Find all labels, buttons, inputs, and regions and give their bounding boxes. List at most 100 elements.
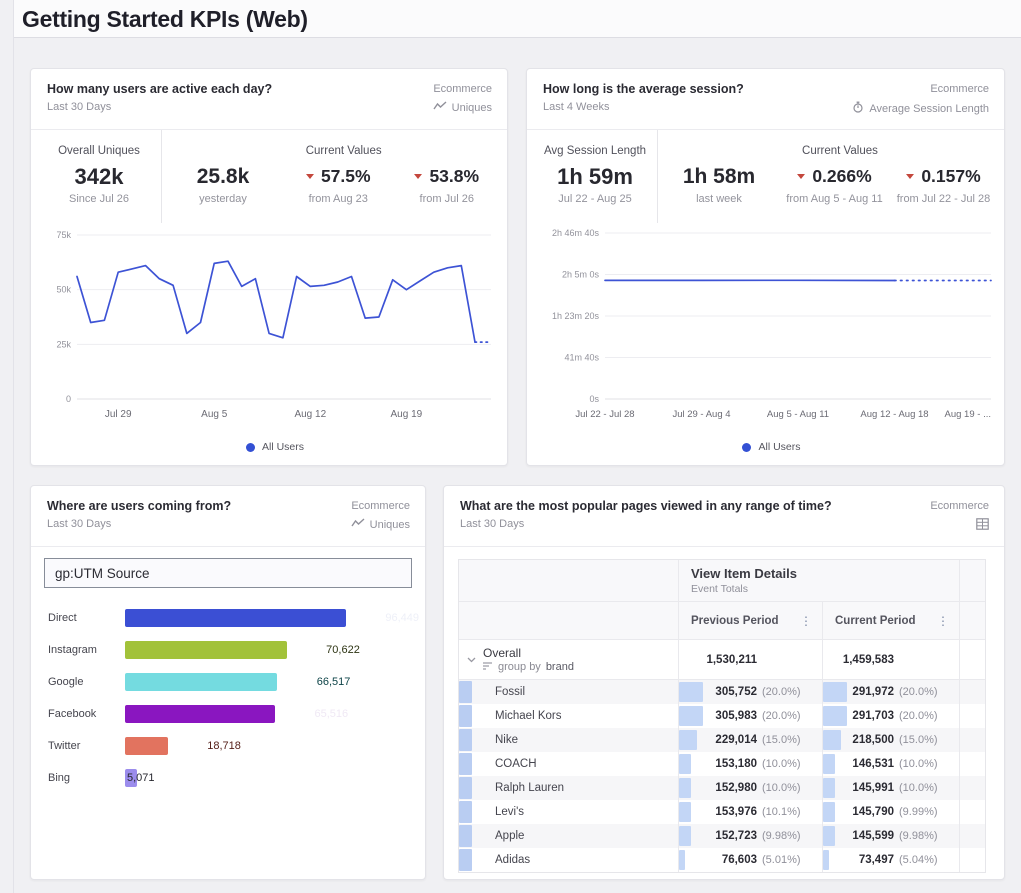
group-by-icon [483, 661, 493, 673]
selector-value: gp:UTM Source [55, 566, 150, 581]
table-row[interactable]: Apple152,723(9.98%)145,599(9.98%) [459, 824, 985, 848]
table-row[interactable]: Michael Kors305,983(20.0%)291,703(20.0%) [459, 704, 985, 728]
cell-value: 153,180 [715, 758, 757, 770]
cell-value: 146,531 [852, 758, 894, 770]
x-axis-label: Jul 29 [105, 409, 132, 420]
stat-yesterday: 25.8k yesterday [162, 130, 284, 223]
cell-percent: (10.0%) [762, 758, 814, 770]
table-body: Fossil305,752(20.0%)291,972(20.0%)Michae… [459, 680, 985, 872]
cell-value: 145,991 [852, 782, 894, 794]
stopwatch-icon [852, 101, 864, 116]
panel-active-users: How many users are active each day? Last… [30, 68, 508, 466]
cell-heat-bar [679, 778, 691, 798]
current-values-label: Current Values [284, 145, 403, 161]
project-label: Ecommerce [433, 81, 492, 98]
x-axis-label: Aug 12 - Aug 18 [860, 409, 928, 420]
down-arrow-icon [797, 174, 805, 179]
page-title: Getting Started KPIs (Web) [22, 6, 308, 33]
overall-label: Overall [483, 646, 574, 660]
cell-value: 305,983 [715, 710, 757, 722]
stat-last-week: 1h 58m last week [658, 130, 780, 223]
table-row[interactable]: COACH153,180(10.0%)146,531(10.0%) [459, 752, 985, 776]
table-column-headers: Previous Period ⋮ Current Period ⋮ [459, 602, 985, 640]
legend-label: All Users [758, 441, 800, 453]
bar-row: Facebook65,516 [31, 698, 425, 730]
legend[interactable]: All Users [43, 441, 507, 453]
kebab-menu-icon[interactable]: ⋮ [937, 614, 949, 628]
cell-heat-bar [823, 778, 835, 798]
cell-percent: (10.0%) [899, 758, 951, 770]
table-row[interactable]: Levi's153,976(10.1%)145,790(9.99%) [459, 800, 985, 824]
table-row[interactable]: Nike229,014(15.0%)218,500(15.0%) [459, 728, 985, 752]
chart-title[interactable]: What are the most popular pages viewed i… [460, 498, 832, 515]
cell-heat-bar [823, 682, 847, 702]
y-axis-label: 25k [56, 339, 71, 349]
cell-heat-bar [679, 682, 703, 702]
chart-date-range: Last 30 Days [460, 518, 832, 530]
cell-heat-bar [679, 826, 691, 846]
group-by-text: group by [498, 661, 541, 673]
chevron-down-icon[interactable] [467, 657, 476, 663]
stat-overall-uniques: Overall Uniques 342k Since Jul 26 [37, 130, 162, 223]
bar[interactable] [125, 737, 168, 755]
cell-percent: (9.99%) [899, 806, 951, 818]
legend[interactable]: All Users [539, 441, 1004, 453]
group-by-selector[interactable]: gp:UTM Source [44, 558, 412, 588]
chart-title[interactable]: Where are users coming from? [47, 498, 231, 515]
legend-dot-icon [246, 443, 255, 452]
column-header-current-period[interactable]: Current Period ⋮ [822, 602, 959, 639]
bar[interactable] [125, 609, 346, 627]
bar[interactable] [125, 705, 275, 723]
cell-heat-bar [679, 706, 703, 726]
bar-category-label: Instagram [48, 644, 125, 656]
left-edge-divider [13, 0, 14, 893]
cell-heat-bar [679, 850, 685, 870]
cell-value: 145,790 [852, 806, 894, 818]
y-axis-label: 75k [56, 230, 71, 240]
x-axis-label: Jul 22 - Jul 28 [575, 409, 634, 420]
table-event-subtitle: Event Totals [691, 583, 959, 595]
bar-value-label: 96,449 [385, 609, 419, 627]
bar-row: Bing5,071 [31, 762, 425, 794]
bar[interactable] [125, 673, 277, 691]
avg-session-line-chart[interactable]: 0s41m 40s1h 23m 20s2h 5m 0s2h 46m 40sJul… [539, 225, 995, 431]
bar-value-label: 66,517 [317, 673, 351, 691]
down-arrow-icon [414, 174, 422, 179]
cell-percent: (20.0%) [762, 686, 814, 698]
project-label: Ecommerce [930, 498, 989, 515]
cell-heat-bar [823, 802, 835, 822]
kebab-menu-icon[interactable]: ⋮ [800, 614, 812, 628]
current-value-month: 0.157% from Jul 22 - Jul 28 [889, 161, 998, 209]
uniques-icon [351, 518, 365, 531]
table-row[interactable]: Adidas76,603(5.01%)73,497(5.04%) [459, 848, 985, 872]
cell-heat-bar [679, 730, 697, 750]
metric-chip: Uniques [433, 101, 492, 114]
table-row[interactable]: Fossil305,752(20.0%)291,972(20.0%) [459, 680, 985, 704]
cell-value: 218,500 [852, 734, 894, 746]
cell-percent: (15.0%) [899, 734, 951, 746]
cell-value: 305,752 [715, 686, 757, 698]
chart-title[interactable]: How long is the average session? [543, 81, 744, 98]
daily-active-users-line-chart[interactable]: 025k50k75kJul 29Aug 5Aug 12Aug 19 [43, 225, 495, 431]
y-axis-label: 0 [66, 394, 71, 404]
bar[interactable] [125, 641, 287, 659]
bar-value-label: 65,516 [314, 705, 348, 723]
x-axis-label: Jul 29 - Aug 4 [672, 409, 730, 420]
row-heat-bar [459, 705, 472, 727]
panel-divider [31, 546, 425, 547]
overall-row[interactable]: Overall group by brand 1,530,211 1,459,5… [459, 640, 985, 680]
brand-label: Michael Kors [495, 710, 561, 722]
table-row[interactable]: Ralph Lauren152,980(10.0%)145,991(10.0%) [459, 776, 985, 800]
panel-divider [444, 546, 1004, 547]
chart-title[interactable]: How many users are active each day? [47, 81, 272, 98]
current-value-week: 0.266% from Aug 5 - Aug 11 [780, 161, 889, 209]
cell-heat-bar [823, 730, 841, 750]
cell-heat-bar [823, 754, 835, 774]
current-value-week: 57.5% from Aug 23 [284, 161, 393, 209]
bar-value-label: 18,718 [207, 737, 241, 755]
row-heat-bar [459, 681, 472, 703]
project-label: Ecommerce [351, 498, 410, 515]
cell-percent: (20.0%) [899, 710, 951, 722]
column-header-previous-period[interactable]: Previous Period ⋮ [678, 602, 822, 639]
x-axis-label: Aug 19 [391, 409, 423, 420]
